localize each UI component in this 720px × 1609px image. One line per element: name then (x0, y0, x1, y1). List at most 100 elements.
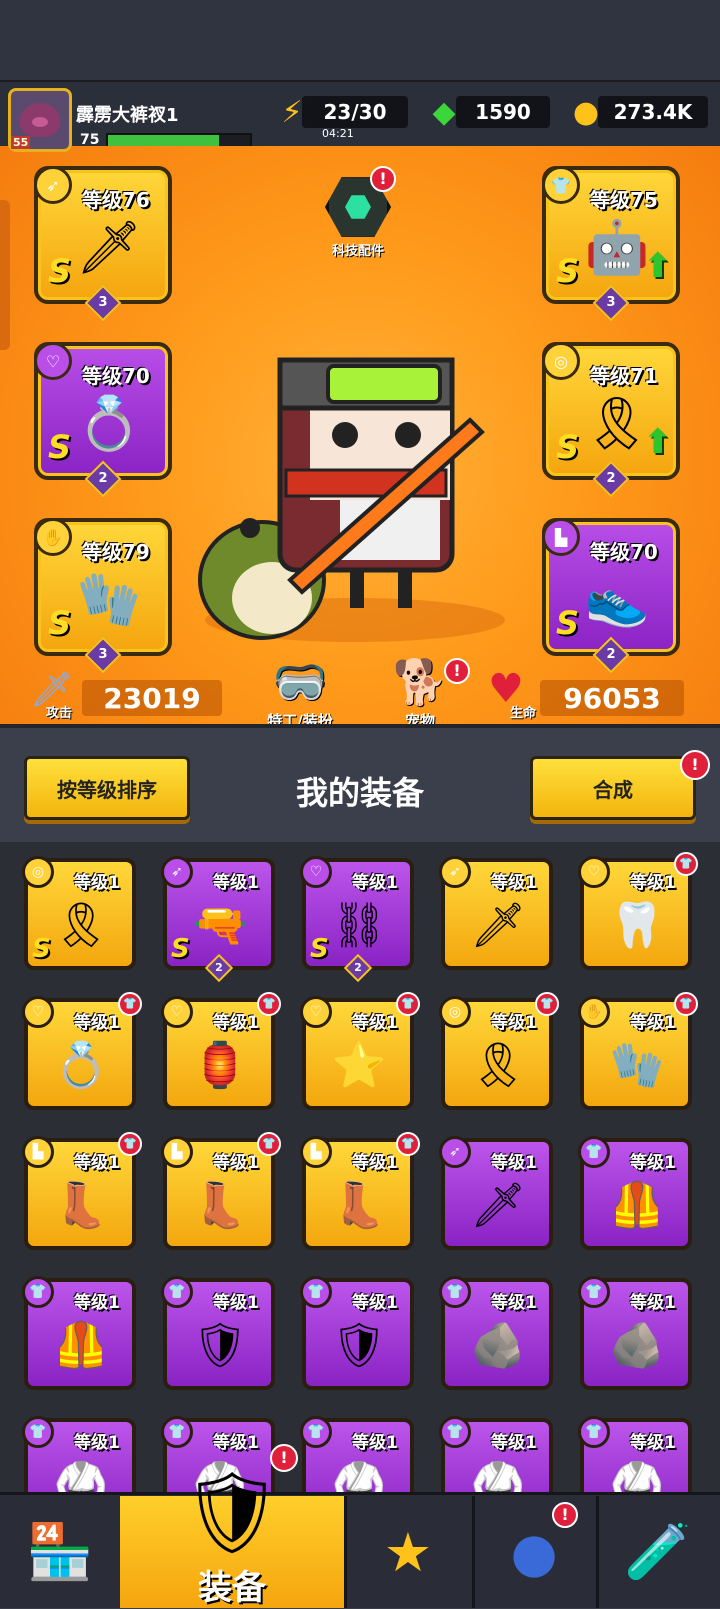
inventory-item[interactable]: 👕 等级1 🦺 (578, 1136, 692, 1250)
inventory-item[interactable]: ♡ 等级1 🦷 👕 (578, 852, 698, 970)
slot-rank: S (48, 428, 72, 466)
new-shirt-badge-icon: 👕 (118, 1132, 142, 1156)
necklace-category-icon: ♡ (300, 996, 332, 1028)
inventory-item[interactable]: ♡ 等级1 💍 👕 (22, 992, 142, 1110)
nav-evolve-tab[interactable]: 🧪 (596, 1496, 720, 1608)
inventory-item[interactable]: ➶ 等级1 🗡 (439, 856, 553, 970)
armor-category-icon: 👕 (578, 1276, 610, 1308)
armor-category-icon: 👕 (439, 1416, 471, 1448)
gauntlet-icon: 🧤 (76, 569, 142, 630)
upgrade-arrow-icon: ⬆ (643, 246, 673, 286)
armor-category-icon: 👕 (300, 1416, 332, 1448)
glove-category-icon: ✋ (34, 518, 72, 556)
slot-level: 等级70 (590, 540, 658, 564)
player-rank-badge: 55 (11, 136, 31, 149)
armor-category-icon: 👕 (161, 1416, 193, 1448)
inventory-item[interactable]: 👕 等级1 🥋 (439, 1416, 553, 1492)
boot-category-icon: ▙ (22, 1136, 54, 1168)
necklace-category-icon: ♡ (34, 342, 72, 380)
item-rank: S (32, 934, 51, 964)
inventory-item[interactable]: 👕 等级1 🪨 (439, 1276, 553, 1390)
hero-character[interactable] (190, 340, 520, 650)
steel-armor-icon: 🛡 (192, 1320, 248, 1371)
inventory-item[interactable]: ▙ 等级1 👢 👕 (300, 1132, 420, 1250)
equipped-weapon-slot[interactable]: ➶ 等级76 🗡 S 3 (34, 166, 172, 322)
boot-category-icon: ▙ (300, 1136, 332, 1168)
inventory-item[interactable]: ◎ 等级1 🎗 S (22, 856, 136, 970)
inventory-item[interactable]: 👕 等级1 🪨 (578, 1276, 692, 1390)
gem-counter: 1590 (456, 96, 550, 128)
belt-category-icon: ◎ (542, 342, 580, 380)
star-pendant-icon: ⭐ (331, 1040, 387, 1091)
equipped-armor-slot[interactable]: 👕 等级75 🤖 S ⬆ 3 (542, 166, 680, 322)
inventory-item[interactable]: 👕 等级1 🥋 (22, 1416, 136, 1492)
slot-rank: S (48, 252, 72, 290)
belt-category-icon: ◎ (22, 856, 54, 888)
weapon-category-icon: ➶ (439, 856, 471, 888)
inventory-item[interactable]: ➶ 等级1 🗡 (439, 1136, 553, 1250)
chain-icon: ⛓ (331, 900, 387, 951)
equipped-glove-slot[interactable]: ✋ 等级79 🧤 S 3 (34, 518, 172, 674)
slot-level: 等级76 (82, 188, 150, 212)
weapon-category-icon: ➶ (34, 166, 72, 204)
attack-label: 攻击 (46, 706, 73, 721)
necklace-category-icon: ♡ (578, 856, 610, 888)
merge-button[interactable]: 合成 (530, 756, 696, 820)
coin-counter: 273.4K (598, 96, 708, 128)
necklace-category-icon: ♡ (161, 996, 193, 1028)
agent-outfit-button[interactable]: 🥽 特工/装扮 (250, 654, 350, 731)
boot-icon: 👟 (584, 569, 650, 630)
inventory-item[interactable]: 👕 等级1 🦺 (22, 1276, 136, 1390)
boot-category-icon: ▙ (161, 1136, 193, 1168)
inventory-item[interactable]: 👕 等级1 🥋 (578, 1416, 692, 1492)
upgrade-arrow-icon: ⬆ (643, 422, 673, 462)
pet-alert-badge: ! (444, 658, 470, 684)
inventory-item[interactable]: ▙ 等级1 👢 👕 (161, 1132, 281, 1250)
inventory-item[interactable]: ✋ 等级1 🧤 👕 (578, 992, 698, 1110)
inventory-item[interactable]: ➶ 等级1 🔫 S 2 (161, 856, 275, 983)
nav-shop-tab[interactable]: 🏪 (0, 1496, 120, 1608)
new-shirt-badge-icon: 👕 (257, 1132, 281, 1156)
inventory-item[interactable]: 👕 等级1 🛡 (300, 1276, 414, 1390)
new-shirt-badge-icon: 👕 (257, 992, 281, 1016)
inventory-item[interactable]: ▙ 等级1 👢 👕 (22, 1132, 142, 1250)
merge-alert-badge: ! (680, 750, 710, 780)
armor-category-icon: 👕 (578, 1416, 610, 1448)
armor-icon: 🥋 (331, 1460, 387, 1492)
weapon-category-icon: ➶ (439, 1136, 471, 1168)
tech-parts-label: 科技配件 (331, 244, 384, 259)
green-armor-icon: 🦺 (609, 1180, 665, 1231)
gun-icon: 🔫 (192, 900, 248, 951)
inventory-item[interactable]: 👕 等级1 🥋 (300, 1416, 414, 1492)
equipment-grid[interactable]: ◎ 等级1 🎗 S ➶ 等级1 🔫 S 2 ♡ 等级1 ⛓ S 2 ➶ 等级1 🗡 ♡ 等级1 🦷 👕 ♡ 等级1 💍 👕 ♡ 等级… (0, 842, 720, 1492)
slot-rank: S (556, 604, 580, 642)
equipped-boot-slot[interactable]: ▙ 等级70 👟 S 2 (542, 518, 680, 674)
slot-rank: S (48, 604, 72, 642)
agent-head-icon: 🥽 (272, 657, 328, 708)
shop-icon: 🏪 (26, 1520, 94, 1583)
player-avatar[interactable]: 55 (8, 88, 72, 152)
inventory-item[interactable]: ♡ 等级1 🏮 👕 (161, 992, 281, 1110)
stone-armor-icon: 🪨 (609, 1320, 665, 1371)
belt-icon: 🎗 (470, 1040, 526, 1091)
green-armor-icon: 🦺 (53, 1320, 109, 1371)
side-drawer-handle[interactable] (0, 200, 10, 350)
inventory-item[interactable]: ◎ 等级1 🎗 👕 (439, 992, 559, 1110)
armor-category-icon: 👕 (542, 166, 580, 204)
armor-icon: 🥋 (609, 1460, 665, 1492)
tech-alert-badge: ! (370, 166, 396, 192)
slot-level: 等级79 (82, 540, 150, 564)
boot-icon: 👢 (53, 1180, 109, 1231)
inventory-item[interactable]: ♡ 等级1 ⭐ 👕 (300, 992, 420, 1110)
new-shirt-badge-icon: 👕 (674, 852, 698, 876)
armor-category-icon: 👕 (300, 1276, 332, 1308)
boot-icon: 👢 (192, 1180, 248, 1231)
equipped-ring-slot[interactable]: ♡ 等级70 💍 S 2 (34, 342, 172, 498)
nav-battle-tab[interactable]: ★ (344, 1496, 472, 1608)
kunai-icon: 🗡 (470, 1180, 526, 1231)
inventory-item[interactable]: ♡ 等级1 ⛓ S 2 (300, 856, 414, 983)
equipped-belt-slot[interactable]: ◎ 等级71 🎗 S ⬆ 2 (542, 342, 680, 498)
nav-equipment-label: 装备 (198, 1568, 266, 1608)
armor-category-icon: 👕 (161, 1276, 193, 1308)
inventory-item[interactable]: 👕 等级1 🛡 (161, 1276, 275, 1390)
